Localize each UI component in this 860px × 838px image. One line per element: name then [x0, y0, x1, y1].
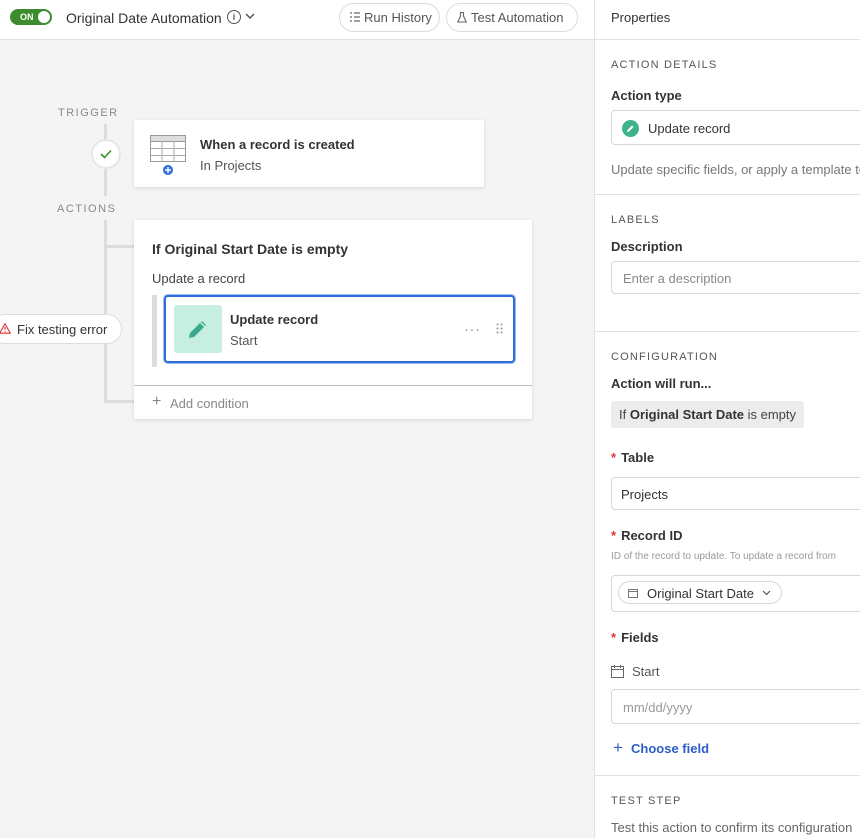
start-date-input[interactable]: mm/dd/yyyy — [611, 689, 860, 724]
automation-name[interactable]: Original Date Automation — [66, 10, 222, 26]
table-select[interactable]: Projects — [611, 477, 860, 510]
more-options-icon[interactable]: ··· — [464, 321, 481, 337]
trigger-section-label: TRIGGER — [58, 107, 119, 119]
list-icon — [350, 12, 360, 22]
calendar-icon — [611, 665, 624, 678]
table-label: * Table — [611, 450, 655, 465]
record-id-field-chip[interactable]: Original Start Date — [618, 581, 782, 604]
trigger-status-check — [91, 139, 121, 169]
info-icon[interactable]: i — [227, 10, 241, 24]
record-id-input[interactable]: Original Start Date — [611, 575, 860, 612]
divider — [595, 775, 860, 776]
panel-header: Properties — [595, 0, 860, 40]
condition-title: If Original Start Date is empty — [152, 241, 349, 257]
labels-section: LABELS — [611, 214, 660, 226]
connector-line — [104, 245, 134, 248]
action-details-section: ACTION DETAILS — [611, 59, 718, 71]
condition-chip: If Original Start Date is empty — [611, 401, 805, 428]
action-type-icon — [622, 120, 639, 137]
configuration-section: CONFIGURATION — [611, 351, 719, 363]
divider — [595, 194, 860, 195]
top-bar: ON Original Date Automation i Run Histor… — [0, 0, 594, 40]
description-placeholder: Enter a description — [623, 271, 732, 286]
test-step-description: Test this action to confirm its configur… — [611, 820, 853, 835]
test-step-section: TEST STEP — [611, 795, 682, 807]
toggle-label: ON — [20, 12, 34, 22]
pencil-icon — [627, 125, 634, 132]
update-record-action-card[interactable]: Update record Start ··· — [164, 295, 515, 363]
description-label: Description — [611, 239, 683, 254]
connector-line — [104, 124, 107, 140]
condition-subtitle: Update a record — [152, 271, 246, 286]
action-type-label: Action type — [611, 88, 682, 103]
divider — [134, 385, 532, 386]
calendar-icon — [628, 589, 638, 598]
condition-field: Original Start Date — [629, 407, 744, 422]
panel-title: Properties — [611, 10, 671, 25]
action-title: Update record — [230, 312, 319, 327]
trigger-card[interactable]: When a record is created In Projects — [134, 120, 484, 187]
plus-icon: + — [613, 738, 623, 757]
warning-icon — [0, 323, 11, 334]
add-condition-label: Add condition — [170, 396, 249, 411]
check-icon — [100, 149, 112, 159]
test-automation-button[interactable]: Test Automation — [446, 3, 578, 32]
start-field-label: Start — [632, 664, 660, 679]
run-history-button[interactable]: Run History — [339, 3, 440, 32]
connector-line — [104, 400, 134, 403]
fields-label-text: Fields — [621, 630, 659, 645]
condition-prefix: If — [619, 407, 627, 422]
fix-testing-error-label: Fix testing error — [17, 322, 108, 337]
action-type-description: Update specific fields, or apply a templ… — [611, 162, 860, 177]
record-id-label: * Record ID — [611, 528, 683, 543]
condition-suffix: is empty — [747, 407, 797, 422]
table-value: Projects — [621, 487, 668, 502]
record-id-value: Original Start Date — [647, 586, 754, 601]
connector-line — [104, 168, 107, 196]
action-type-value: Update record — [648, 121, 731, 136]
trigger-title: When a record is created — [200, 137, 355, 152]
automation-toggle[interactable]: ON — [10, 9, 52, 25]
fix-testing-error-button[interactable]: Fix testing error — [0, 314, 122, 344]
table-plus-icon — [150, 135, 186, 175]
action-subtitle: Start — [230, 333, 258, 348]
date-placeholder: mm/dd/yyyy — [623, 700, 693, 715]
record-id-help: ID of the record to update. To update a … — [611, 551, 836, 562]
chevron-down-icon — [762, 590, 771, 596]
fields-label: * Fields — [611, 630, 659, 645]
chevron-down-icon[interactable] — [243, 9, 257, 23]
drag-handle-icon[interactable] — [496, 323, 503, 334]
flask-icon — [457, 12, 467, 23]
condition-group-card[interactable]: If Original Start Date is empty Update a… — [134, 220, 532, 419]
pencil-icon — [189, 321, 206, 338]
table-label-text: Table — [621, 450, 655, 465]
divider — [595, 331, 860, 332]
action-will-run-label: Action will run... — [611, 376, 712, 391]
choose-field-label: Choose field — [631, 741, 710, 756]
action-type-select[interactable]: Update record — [611, 110, 860, 145]
trigger-subtitle: In Projects — [200, 158, 262, 173]
run-history-label: Run History — [364, 10, 432, 25]
condition-branch-bar — [152, 295, 157, 367]
actions-section-label: ACTIONS — [57, 203, 117, 215]
action-icon-tile — [174, 305, 222, 353]
record-id-label-text: Record ID — [621, 528, 683, 543]
test-automation-label: Test Automation — [471, 10, 564, 25]
properties-panel: Properties ACTION DETAILS Action type Up… — [594, 0, 860, 838]
toggle-knob — [38, 11, 50, 23]
description-input[interactable]: Enter a description — [611, 261, 860, 294]
plus-icon: + — [152, 393, 162, 410]
